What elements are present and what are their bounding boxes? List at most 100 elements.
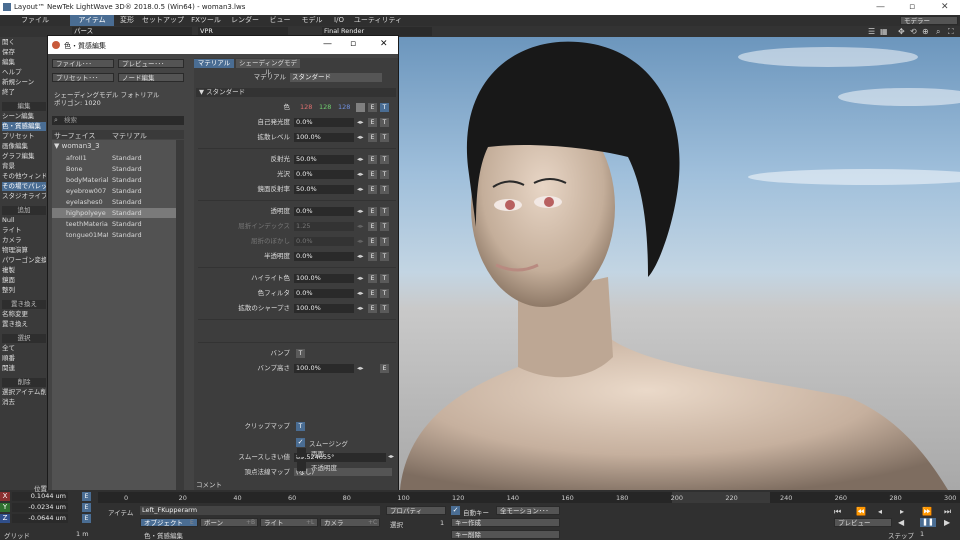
search-input[interactable]: 検索: [52, 116, 184, 125]
smoothing-checkbox[interactable]: ✓: [296, 438, 305, 447]
smooth-threshold-field[interactable]: 89.524655°: [294, 453, 386, 462]
slider-arrows-icon[interactable]: ◂▸: [357, 252, 364, 260]
preview-select[interactable]: プレビュー: [834, 518, 892, 527]
z-envelope-button[interactable]: E: [82, 514, 91, 523]
minimize-icon[interactable]: —: [876, 2, 885, 12]
maximize-icon[interactable]: ▫: [909, 2, 915, 12]
property-value-field[interactable]: 0.0%: [294, 170, 354, 179]
property-value-field[interactable]: 1.25: [294, 222, 354, 231]
menu-fx-tools[interactable]: FXツール: [186, 15, 226, 26]
bump-height-field[interactable]: 100.0%: [294, 364, 354, 373]
sidebar-item[interactable]: プリセット: [2, 132, 46, 141]
sidebar-item[interactable]: Null: [2, 216, 46, 225]
move-view-icon[interactable]: ✥: [898, 27, 905, 36]
smooth-threshold-slider-icon[interactable]: ◂▸: [388, 453, 394, 460]
x-position-field[interactable]: 0.1044 um: [12, 492, 68, 501]
surface-row[interactable]: eyebrow007 Standard: [52, 186, 176, 196]
node-edit-button[interactable]: ノード編集: [118, 73, 184, 82]
tab-shading-model[interactable]: シェーディングモデル: [236, 59, 300, 76]
magnify-icon[interactable]: ⌕: [936, 27, 940, 37]
envelope-button[interactable]: E: [368, 304, 377, 313]
color-blue[interactable]: 128: [338, 103, 350, 111]
current-item-select[interactable]: Left_FKupperarm: [140, 506, 380, 515]
texture-button[interactable]: T: [380, 207, 389, 216]
slider-arrows-icon[interactable]: ◂▸: [357, 155, 364, 163]
envelope-button[interactable]: E: [368, 155, 377, 164]
surface-group[interactable]: ▼ woman3_3: [54, 142, 100, 150]
sidebar-item[interactable]: 物理演算: [2, 246, 46, 255]
maximize-icon[interactable]: ▫: [350, 39, 356, 49]
sidebar-item[interactable]: 背景: [2, 162, 46, 171]
envelope-button[interactable]: E: [368, 222, 377, 231]
surface-row[interactable]: highpolyeye Standard: [52, 208, 176, 218]
modeler-button[interactable]: モデラー: [900, 16, 958, 25]
prev-frame-icon[interactable]: ◂: [878, 507, 882, 516]
menu-model[interactable]: モデル: [296, 15, 328, 26]
envelope-button[interactable]: E: [368, 207, 377, 216]
z-axis-badge[interactable]: Z: [0, 514, 10, 523]
color-envelope-button[interactable]: E: [368, 103, 377, 112]
close-icon[interactable]: ✕: [941, 2, 949, 12]
menu-transform[interactable]: 変形: [114, 15, 140, 26]
properties-button[interactable]: プロパティ: [386, 506, 446, 515]
texture-button[interactable]: T: [380, 304, 389, 313]
texture-button[interactable]: T: [380, 289, 389, 298]
sidebar-item[interactable]: 名称変更: [2, 310, 46, 319]
sidebar-item[interactable]: 消去: [2, 398, 46, 407]
play-icon[interactable]: ▶: [944, 518, 950, 527]
sidebar-item[interactable]: グラフ編集: [2, 152, 46, 161]
slider-arrows-icon[interactable]: ◂▸: [357, 118, 364, 126]
delete-key-button[interactable]: キー削除: [451, 530, 560, 539]
sidebar-item[interactable]: 置き換え: [2, 320, 46, 329]
x-envelope-button[interactable]: E: [82, 492, 91, 501]
preset-menu-button[interactable]: プリセット･･･: [52, 73, 114, 82]
surface-row[interactable]: Bone Standard: [52, 164, 176, 174]
texture-button[interactable]: T: [380, 118, 389, 127]
property-value-field[interactable]: 100.0%: [294, 133, 354, 142]
sidebar-item[interactable]: 選択アイテム削除: [2, 388, 46, 397]
sidebar-item[interactable]: 保存: [2, 48, 46, 57]
standard-section-header[interactable]: ▼ スタンダード: [196, 88, 396, 97]
create-key-button[interactable]: キー作成: [451, 518, 560, 527]
surface-row[interactable]: tongue01Mat Standard: [52, 230, 176, 240]
fit-view-icon[interactable]: ⛶: [948, 27, 954, 37]
sidebar-item[interactable]: 画像編集: [2, 142, 46, 151]
viewport-split-icon[interactable]: ▦: [880, 27, 888, 36]
property-value-field[interactable]: 100.0%: [294, 304, 354, 313]
y-axis-badge[interactable]: Y: [0, 503, 10, 512]
sidebar-item[interactable]: 関連: [2, 364, 46, 373]
menu-io[interactable]: I/O: [328, 15, 350, 26]
viewport-layout-icon[interactable]: ☰: [868, 27, 875, 36]
sidebar-item[interactable]: 編集: [2, 58, 46, 67]
rotate-view-icon[interactable]: ⟲: [910, 27, 917, 36]
color-green[interactable]: 128: [319, 103, 331, 111]
menu-item[interactable]: アイテム: [70, 15, 114, 26]
property-value-field[interactable]: 0.0%: [294, 289, 354, 298]
all-motion-select[interactable]: 全モーション･･･: [496, 506, 560, 515]
menu-render[interactable]: レンダー: [226, 15, 264, 26]
material-type-select[interactable]: スタンダード: [290, 73, 382, 82]
slider-arrows-icon[interactable]: ◂▸: [357, 237, 364, 245]
texture-button[interactable]: T: [380, 133, 389, 142]
surface-row[interactable]: afroII1 Standard: [52, 153, 176, 163]
texture-button[interactable]: T: [380, 170, 389, 179]
close-icon[interactable]: ✕: [380, 39, 388, 49]
color-red[interactable]: 128: [300, 103, 312, 111]
texture-button[interactable]: T: [380, 274, 389, 283]
slider-arrows-icon[interactable]: ◂▸: [357, 185, 364, 193]
y-position-field[interactable]: -0.0234 um: [12, 503, 68, 512]
x-axis-badge[interactable]: X: [0, 492, 10, 501]
bump-height-slider-icon[interactable]: ◂▸: [357, 364, 364, 372]
sidebar-item[interactable]: スタジオライブ: [2, 192, 46, 201]
color-texture-button[interactable]: T: [380, 103, 389, 112]
envelope-button[interactable]: E: [368, 185, 377, 194]
z-position-field[interactable]: -0.0644 um: [12, 514, 68, 523]
file-menu-button[interactable]: ファイル･･･: [52, 59, 114, 68]
menu-utilities[interactable]: ユーティリティ: [350, 15, 406, 26]
envelope-button[interactable]: E: [368, 274, 377, 283]
slider-arrows-icon[interactable]: ◂▸: [357, 289, 364, 297]
property-value-field[interactable]: 100.0%: [294, 274, 354, 283]
double-sided-checkbox-2[interactable]: [297, 448, 306, 457]
first-frame-icon[interactable]: ⏮: [834, 507, 841, 517]
sidebar-item[interactable]: 順番: [2, 354, 46, 363]
